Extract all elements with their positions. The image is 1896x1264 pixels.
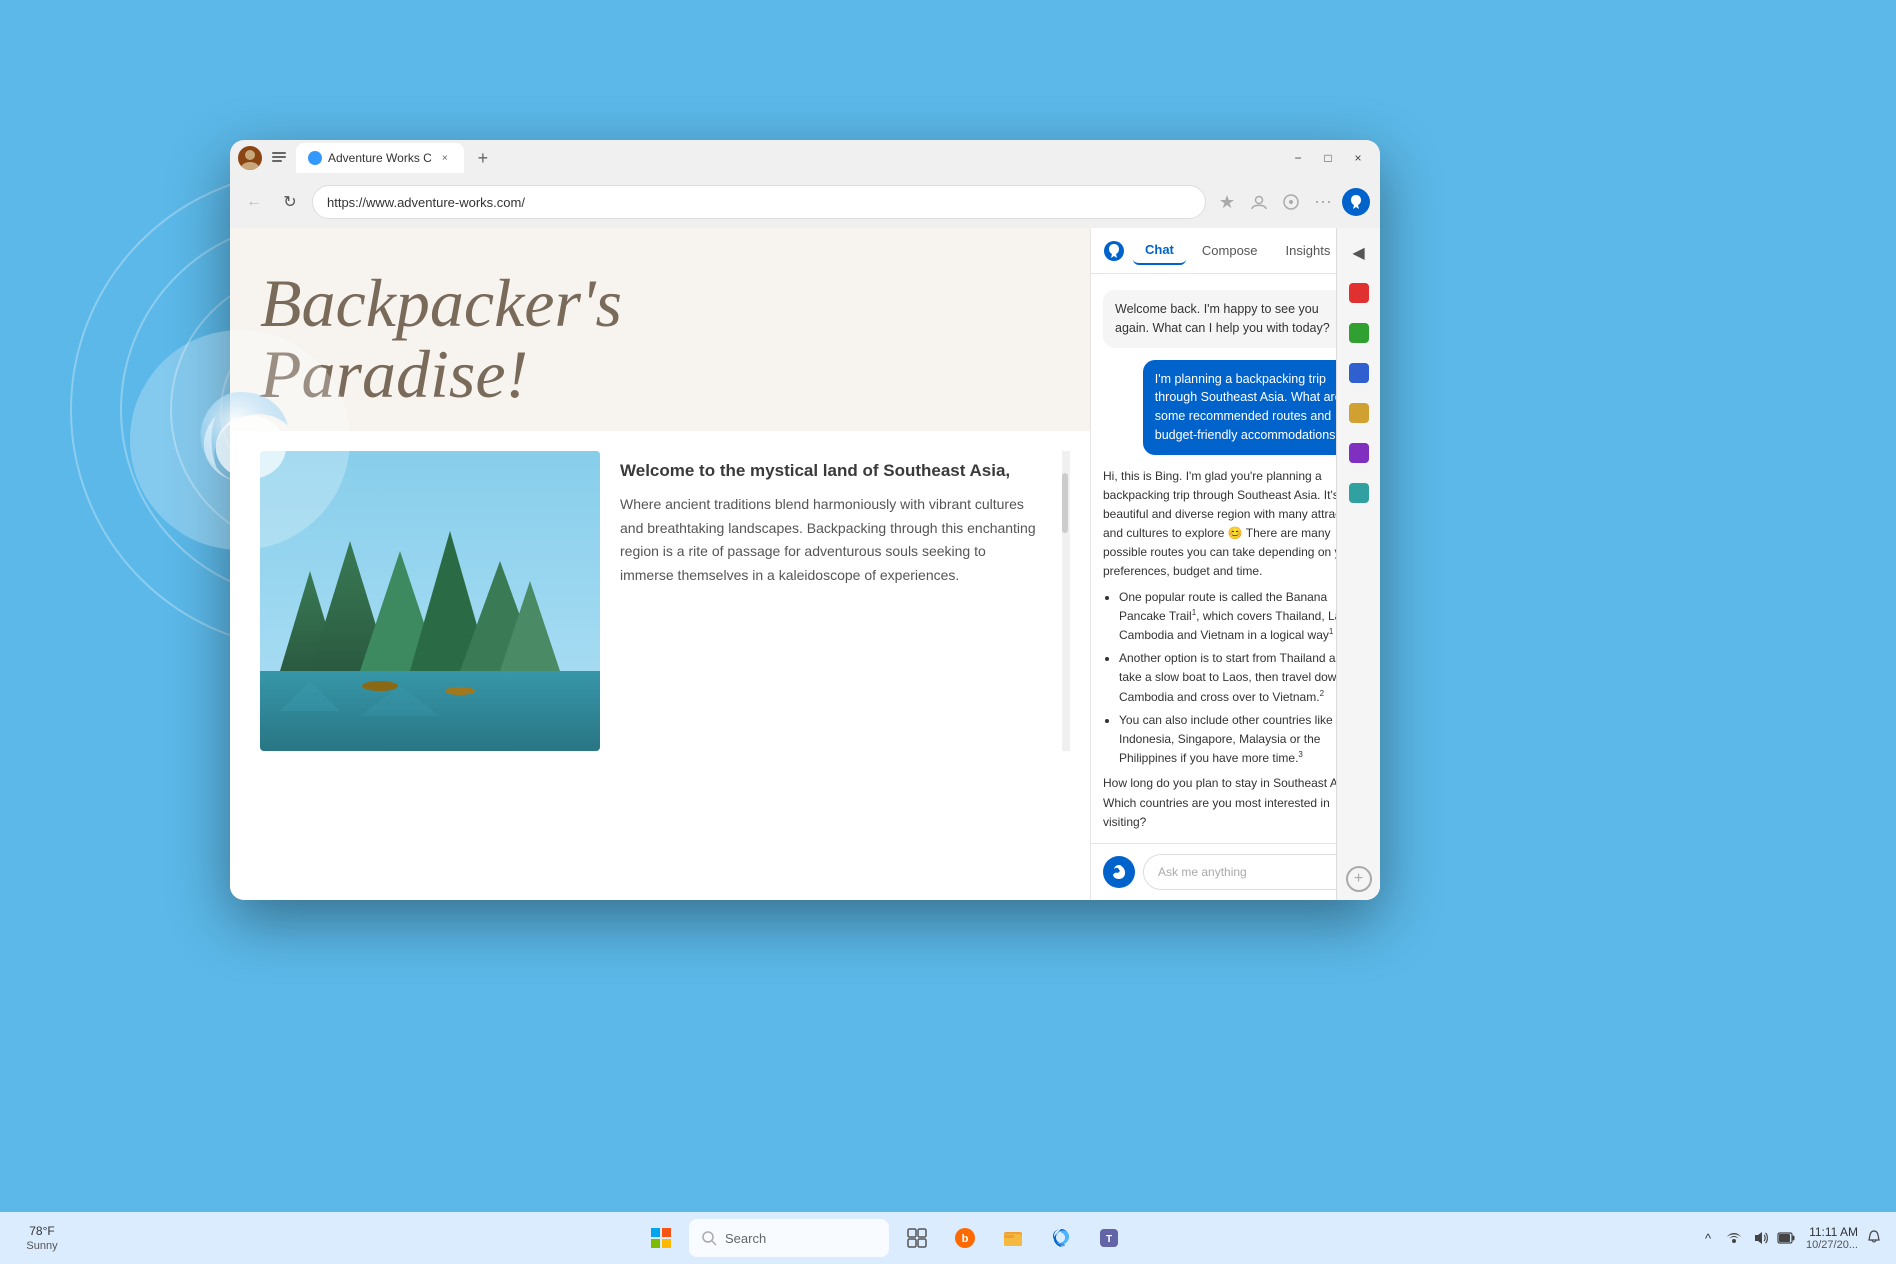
taskview-button[interactable]	[897, 1218, 937, 1258]
weather-desc: Sunny	[26, 1240, 57, 1252]
tab-compose[interactable]: Compose	[1190, 237, 1270, 264]
toolbar-arrow[interactable]: ◀	[1342, 236, 1376, 270]
hero-line1: Backpacker's	[260, 268, 1060, 339]
welcome-text: Welcome back. I'm happy to see you again…	[1115, 302, 1330, 335]
tab-title: Adventure Works C	[328, 151, 432, 165]
browser-content: Backpacker's Paradise!	[230, 228, 1380, 900]
user-text: I'm planning a backpacking trip through …	[1155, 372, 1343, 442]
edge-sidebar-toolbar: ◀ +	[1336, 228, 1380, 900]
bing-question: How long do you plan to stay in Southeas…	[1103, 774, 1368, 832]
page-subtitle: Welcome to the mystical land of Southeas…	[620, 461, 1042, 481]
teams-taskbar-icon[interactable]: T	[1089, 1218, 1129, 1258]
address-bar-icons: ⋯	[1214, 188, 1370, 216]
bullet-1: One popular route is called the Banana P…	[1119, 588, 1368, 646]
browser-window: Adventure Works C × + − □ × ← ↻ https://…	[230, 140, 1380, 900]
toolbar-purple[interactable]	[1342, 436, 1376, 470]
bing-input-icon	[1103, 856, 1135, 888]
bullet-3: You can also include other countries lik…	[1119, 711, 1368, 769]
page-body: Welcome to the mystical land of Southeas…	[230, 431, 1090, 771]
svg-text:T: T	[1106, 1234, 1112, 1245]
toolbar-yellow[interactable]	[1342, 396, 1376, 430]
bing-taskbar-icon[interactable]: b	[945, 1218, 985, 1258]
active-tab[interactable]: Adventure Works C ×	[296, 143, 464, 173]
svg-text:b: b	[962, 1233, 969, 1245]
window-controls: − □ ×	[1284, 144, 1372, 172]
file-explorer-icon[interactable]	[993, 1218, 1033, 1258]
extensions-icon[interactable]	[1278, 189, 1304, 215]
chat-input-placeholder: Ask me anything	[1158, 865, 1247, 879]
page-text-column: Welcome to the mystical land of Southeas…	[620, 451, 1042, 751]
profile-icon[interactable]	[1246, 189, 1272, 215]
taskbar-center: Search b	[72, 1218, 1698, 1258]
url-input[interactable]: https://www.adventure-works.com/	[312, 185, 1206, 219]
address-bar: ← ↻ https://www.adventure-works.com/ ⋯	[230, 176, 1380, 228]
tab-chat[interactable]: Chat	[1133, 236, 1186, 265]
restore-button[interactable]: □	[1314, 144, 1342, 172]
bing-bullets: One popular route is called the Banana P…	[1119, 588, 1368, 769]
battery-icon[interactable]	[1776, 1228, 1796, 1248]
network-icon[interactable]	[1724, 1228, 1744, 1248]
chat-input[interactable]: Ask me anything	[1143, 854, 1368, 890]
page-hero: Backpacker's Paradise!	[230, 228, 1090, 431]
close-button[interactable]: ×	[1344, 144, 1372, 172]
new-tab-button[interactable]: +	[470, 145, 496, 171]
start-button[interactable]	[641, 1218, 681, 1258]
weather-temp: 78°F	[29, 1224, 54, 1238]
search-label: Search	[725, 1231, 766, 1246]
profile-avatar[interactable]	[238, 146, 262, 170]
browser-titlebar: Adventure Works C × + − □ ×	[230, 140, 1380, 176]
browser-chrome: Adventure Works C × + − □ × ← ↻ https://…	[230, 140, 1380, 228]
tab-insights[interactable]: Insights	[1274, 237, 1343, 264]
tab-favicon	[308, 151, 322, 165]
volume-icon[interactable]	[1750, 1228, 1770, 1248]
toolbar-red[interactable]	[1342, 276, 1376, 310]
minimize-button[interactable]: −	[1284, 144, 1312, 172]
taskbar: 78°F Sunny Search	[0, 1212, 1896, 1264]
webpage: Backpacker's Paradise!	[230, 228, 1090, 900]
edge-taskbar-icon[interactable]	[1041, 1218, 1081, 1258]
more-icon[interactable]: ⋯	[1310, 189, 1336, 215]
bing-intro: Hi, this is Bing. I'm glad you're planni…	[1103, 467, 1368, 582]
scrollbar-thumb[interactable]	[1062, 473, 1068, 533]
bullet-2: Another option is to start from Thailand…	[1119, 649, 1368, 707]
clock-date: 10/27/20...	[1806, 1239, 1858, 1251]
copilot-logo	[1103, 240, 1125, 262]
toolbar-green[interactable]	[1342, 316, 1376, 350]
toolbar-add-button[interactable]: +	[1346, 866, 1372, 892]
hero-title: Backpacker's Paradise!	[260, 268, 1060, 411]
toolbar-teal[interactable]	[1342, 476, 1376, 510]
taskbar-weather: 78°F Sunny	[12, 1224, 72, 1252]
back-button[interactable]: ←	[240, 188, 268, 216]
taskbar-clock[interactable]: 11:11 AM 10/27/20...	[1806, 1225, 1858, 1251]
bot-welcome-message: Welcome back. I'm happy to see you again…	[1103, 290, 1368, 348]
toolbar-blue[interactable]	[1342, 356, 1376, 390]
refresh-button[interactable]: ↻	[276, 188, 304, 216]
tab-close-button[interactable]: ×	[438, 151, 452, 165]
chevron-up-icon[interactable]: ^	[1698, 1228, 1718, 1248]
taskbar-search[interactable]: Search	[689, 1219, 889, 1257]
copilot-button[interactable]	[1342, 188, 1370, 216]
bing-response: Hi, this is Bing. I'm glad you're planni…	[1103, 467, 1368, 844]
taskbar-right: ^ 11:11 AM 10/27/20...	[1698, 1225, 1884, 1251]
history-icon[interactable]	[268, 147, 290, 169]
edge-logo	[130, 330, 350, 550]
url-text: https://www.adventure-works.com/	[327, 195, 525, 210]
notifications-icon[interactable]	[1864, 1228, 1884, 1248]
page-scrollbar[interactable]	[1062, 451, 1070, 751]
clock-time: 11:11 AM	[1809, 1225, 1858, 1239]
user-message: I'm planning a backpacking trip through …	[1143, 360, 1368, 455]
page-body-text: Where ancient traditions blend harmoniou…	[620, 493, 1042, 588]
hero-line2: Paradise!	[260, 339, 1060, 410]
favorites-icon[interactable]	[1214, 189, 1240, 215]
